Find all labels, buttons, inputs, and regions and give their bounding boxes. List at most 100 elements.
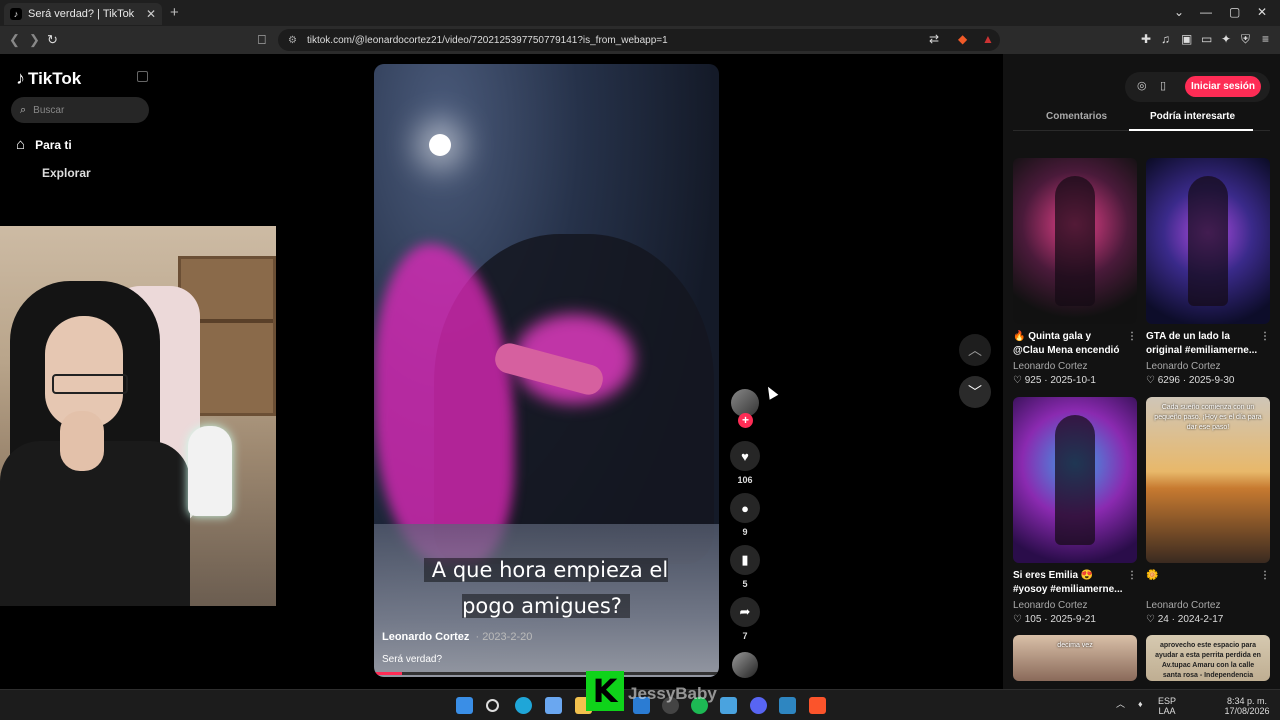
card-meta: ♡ 925 · 2025-10-1 [1013,375,1096,386]
video-thumbnail[interactable] [1013,158,1137,324]
card-meta: ♡ 6296 · 2025-9-30 [1146,375,1235,386]
translate-icon[interactable]: ⇄ [929,32,939,46]
browser-tab[interactable]: ♪ Será verdad? | TikTok ✕ [4,3,162,25]
site-info-icon[interactable]: ⚙ [288,35,297,46]
video-thumbnail[interactable]: Cada sueño comienza con un pequeño paso.… [1146,397,1270,563]
collapse-sidebar-icon[interactable] [137,71,148,82]
minimize-icon[interactable]: — [1200,5,1212,19]
more-icon[interactable]: ⋮ [1260,569,1270,583]
rewards-icon[interactable]: ▲ [982,32,994,46]
address-bar-row: ❮ ❯ ↻ ⎕ ⚙ tiktok.com/@leonardocortez21/v… [0,26,1280,54]
media-icon[interactable]: ♫ [1161,32,1170,46]
extensions-icon[interactable]: ✚ [1141,32,1151,46]
discord-icon[interactable] [750,697,767,714]
tab-list-icon[interactable]: ⌄ [1174,5,1184,19]
card-title[interactable]: 🌼 ⋮ [1146,569,1270,597]
sidebar-item-para-ti[interactable]: ⌂ Para ti [16,136,72,153]
comment-button[interactable]: ● [730,493,760,523]
login-button[interactable]: Iniciar sesión [1185,76,1261,97]
vpn-icon[interactable]: ⛨ [1241,32,1250,47]
video-card[interactable]: aprovecho este espacio para ayudar a est… [1146,635,1270,681]
brave-shield-icon[interactable]: ◆ [958,32,967,46]
wallet-icon[interactable]: ▭ [1201,32,1212,46]
logo-text: TikTok [28,68,82,88]
tiktok-page: ♪ TikTok ⌕ Buscar ⌂ Para ti Explorar A q… [0,54,1280,689]
clock[interactable]: 8:34 p. m. 17/08/2026 [1222,696,1272,716]
video-thumbnail[interactable] [1013,397,1137,563]
card-author[interactable]: Leonardo Cortez [1146,600,1270,611]
like-button[interactable]: ♥ [730,441,760,471]
close-window-icon[interactable]: ✕ [1257,5,1267,19]
back-icon[interactable]: ❮ [9,32,20,48]
card-author[interactable]: Leonardo Cortez [1146,361,1270,372]
video-author[interactable]: Leonardo Cortez · 2023-2-20 [382,631,532,643]
brave-icon[interactable] [809,697,826,714]
performer [1188,176,1228,306]
video-card[interactable]: 🔥 Quinta gala y @Clau Mena encendió el..… [1013,158,1137,386]
mouse-cursor [763,384,779,400]
previous-video-button[interactable]: ︿ [959,334,991,366]
compass-icon[interactable]: ◎ [1137,79,1147,92]
menu-icon[interactable]: ≡ [1262,32,1269,46]
bookmark-icon[interactable]: ⎕ [258,32,266,48]
home-icon: ⌂ [16,136,26,153]
chevron-down-icon: ﹀ [968,384,982,400]
video-card[interactable]: Cada sueño comienza con un pequeño paso.… [1146,397,1270,625]
language-indicator[interactable]: ESP LAA [1158,696,1176,716]
video-progress-bar[interactable] [374,672,719,675]
card-title[interactable]: GTA de un lado la original #emiliamerne.… [1146,330,1270,358]
card-title[interactable]: Si eres Emilia 😍 #yosoy #emiliamerne... ⋮ [1013,569,1137,597]
more-icon[interactable]: ⋮ [1127,330,1137,344]
tiktok-icon: ♪ [10,8,22,20]
notes-icon[interactable] [720,697,737,714]
more-icon[interactable]: ⋮ [1260,330,1270,344]
maximize-icon[interactable]: ▢ [1229,5,1240,19]
tab-podria-interesarte[interactable]: Podría interesarte [1150,111,1235,122]
card-title[interactable]: 🔥 Quinta gala y @Clau Mena encendió el..… [1013,330,1137,358]
search-icon[interactable] [486,699,499,712]
video-player[interactable]: A que hora empieza el pogo amigues? Leon… [374,64,719,677]
start-icon[interactable] [456,697,473,714]
panel-tabs: Comentarios Podría interesarte [1013,109,1270,131]
card-meta: ♡ 24 · 2024-2-17 [1146,614,1224,625]
follow-button[interactable]: + [738,413,753,428]
video-thumbnail[interactable]: aprovecho este espacio para ayudar a est… [1146,635,1270,681]
search-icon: ⌕ [20,103,27,116]
store-icon[interactable] [545,697,562,714]
next-video-button[interactable]: ﹀ [959,376,991,408]
bookmark-icon: ▮ [741,552,749,567]
leo-icon[interactable]: ✦ [1221,32,1231,46]
url-field[interactable]: ⚙ tiktok.com/@leonardocortez21/video/720… [278,29,1000,51]
tray-chevron-icon[interactable]: ︿ [1116,699,1125,709]
active-tab-indicator [1129,129,1253,131]
search-input[interactable]: ⌕ Buscar [11,97,149,123]
video-card[interactable]: decima vez [1013,635,1137,681]
save-button[interactable]: ▮ [730,545,760,575]
close-tab-icon[interactable]: ✕ [146,7,156,21]
video-thumbnail[interactable]: decima vez [1013,635,1137,681]
tab-comentarios[interactable]: Comentarios [1046,111,1107,122]
more-icon[interactable]: ⋮ [1127,569,1137,583]
card-author[interactable]: Leonardo Cortez [1013,600,1137,611]
edge-icon[interactable] [515,697,532,714]
mic-icon[interactable]: ♦ [1138,699,1143,709]
tiktok-logo[interactable]: ♪ TikTok [16,68,81,89]
sidebar-icon[interactable]: ▣ [1181,32,1192,46]
video-thumbnail[interactable] [1146,158,1270,324]
thumbnail-text: decima vez [1057,642,1093,649]
new-tab-icon[interactable]: + [170,4,179,21]
video-card[interactable]: Si eres Emilia 😍 #yosoy #emiliamerne... ⋮… [1013,397,1137,625]
sidebar-item-explorar[interactable]: Explorar [42,166,91,180]
photos-icon[interactable] [779,697,796,714]
video-card[interactable]: GTA de un lado la original #emiliamerne.… [1146,158,1270,386]
card-meta: ♡ 105 · 2025-9-21 [1013,614,1096,625]
forward-icon[interactable]: ❯ [29,32,40,48]
like-count: 106 [737,475,753,485]
card-author[interactable]: Leonardo Cortez [1013,361,1137,372]
sidebar-item-label: Explorar [42,166,91,180]
music-disc[interactable] [732,652,758,678]
microphone [188,426,232,516]
share-button[interactable]: ➦ [730,597,760,627]
phone-icon[interactable]: ▯ [1160,79,1166,92]
reload-icon[interactable]: ↻ [47,32,58,48]
